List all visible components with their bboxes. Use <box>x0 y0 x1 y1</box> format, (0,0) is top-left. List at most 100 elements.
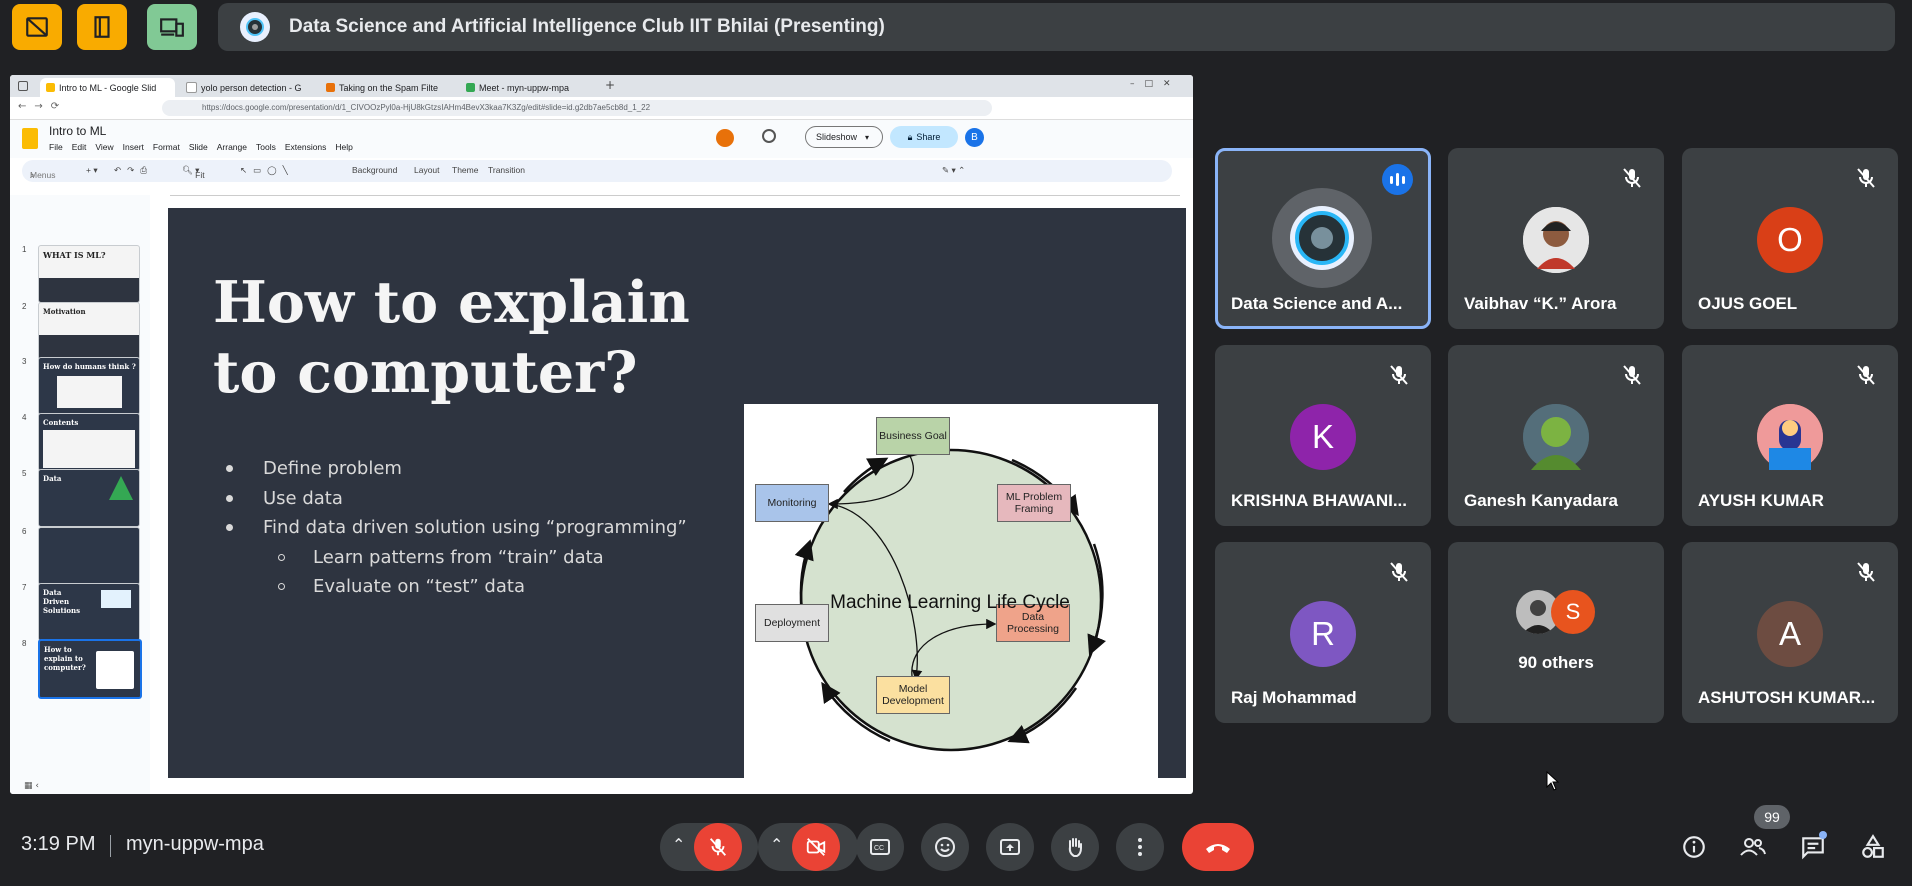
menu-file[interactable]: File <box>49 142 63 152</box>
participant-tile[interactable]: O OJUS GOEL <box>1682 148 1898 329</box>
transition-button[interactable]: Transition <box>488 165 525 175</box>
thumb-title: How to explain to computer? <box>44 645 86 672</box>
slides-header: Intro to ML File Edit View Insert Format… <box>10 120 1193 158</box>
slide-filmstrip: 1 WHAT IS ML? 2 Motivation 3 How do huma… <box>10 195 150 794</box>
avatar <box>1757 404 1823 470</box>
account-avatar[interactable]: B <box>965 128 984 147</box>
theme-button[interactable]: Theme <box>452 165 478 175</box>
emoji-icon <box>935 837 955 857</box>
zoom-select[interactable]: 🔍︎ Fit ▾ <box>182 165 205 180</box>
share-button[interactable]: 🔒︎ Share <box>890 126 958 148</box>
reactions-button[interactable] <box>921 823 969 871</box>
participant-tile[interactable]: Ganesh Kanyadara <box>1448 345 1664 526</box>
participant-tile[interactable]: AYUSH KUMAR <box>1682 345 1898 526</box>
thumb-number: 7 <box>22 583 27 592</box>
participant-tile[interactable]: Vaibhav “K.” Arora <box>1448 148 1664 329</box>
slides-favicon-icon <box>46 83 55 92</box>
participant-name: OJUS GOEL <box>1698 294 1798 313</box>
thumb-image <box>57 376 122 408</box>
slides-logo-icon[interactable] <box>22 128 38 149</box>
slide-thumbnail-1[interactable]: WHAT IS ML? <box>38 245 140 303</box>
others-tile[interactable]: S 90 others <box>1448 542 1664 723</box>
activities-button[interactable] <box>1853 827 1893 867</box>
slide-thumbnail-7[interactable]: Data Driven Solutions <box>38 583 140 641</box>
toggle-camera-button[interactable] <box>792 823 840 871</box>
layout-button[interactable]: Layout <box>414 165 440 175</box>
participant-tile-presenter[interactable]: Data Science and A... <box>1215 148 1431 329</box>
slide-thumbnail-5[interactable]: Data <box>38 469 140 527</box>
sub-bullet-text: Evaluate on “test” data <box>313 576 525 597</box>
bullet-text: Define problem <box>263 458 402 479</box>
mic-options-chevron-icon[interactable]: ⌃ <box>672 835 685 854</box>
drawing-tools-icons[interactable]: ↖▭◯╲ <box>240 165 294 176</box>
toggle-mic-button[interactable] <box>694 823 742 871</box>
menu-extensions[interactable]: Extensions <box>285 142 327 152</box>
browser-menu-icon[interactable] <box>18 81 28 91</box>
leave-call-button[interactable] <box>1182 823 1254 871</box>
browser-tab-meet[interactable]: Meet - myn-uppw-mpa <box>460 78 595 97</box>
participant-tile[interactable]: R Raj Mohammad <box>1215 542 1431 723</box>
avatar <box>1523 404 1589 470</box>
no-video-layout-button[interactable] <box>12 4 62 50</box>
menu-format[interactable]: Format <box>153 142 180 152</box>
user-avatar-orange[interactable] <box>716 129 734 147</box>
new-slide-icon[interactable]: + ▾ <box>86 165 98 176</box>
menu-edit[interactable]: Edit <box>72 142 87 152</box>
menu-slide[interactable]: Slide <box>189 142 208 152</box>
browser-tab-spam[interactable]: Taking on the Spam Filte <box>320 78 455 97</box>
participant-tile[interactable]: K KRISHNA BHAWANI... <box>1215 345 1431 526</box>
new-tab-icon[interactable]: + <box>605 78 615 92</box>
chat-button[interactable] <box>1793 827 1833 867</box>
participant-tile[interactable]: A ASHUTOSH KUMAR... <box>1682 542 1898 723</box>
others-count-label: 90 others <box>1518 653 1594 672</box>
history-icon[interactable] <box>762 129 776 143</box>
menu-arrange[interactable]: Arrange <box>217 142 247 152</box>
menu-insert[interactable]: Insert <box>123 142 144 152</box>
people-button[interactable] <box>1733 827 1773 867</box>
menu-view[interactable]: View <box>95 142 113 152</box>
avatar: A <box>1757 601 1823 667</box>
menu-tools[interactable]: Tools <box>256 142 276 152</box>
slide-thumbnail-3[interactable]: How do humans think ? <box>38 357 140 415</box>
slide-thumbnail-6[interactable] <box>38 527 140 585</box>
slide-thumbnail-2[interactable]: Motivation <box>38 302 140 360</box>
browser-tab-slides[interactable]: Intro to ML - Google Slid <box>40 78 175 97</box>
more-options-button[interactable] <box>1116 823 1164 871</box>
nav-back-forward-reload-icons[interactable]: ←→⟳ <box>18 101 67 112</box>
meeting-details-button[interactable] <box>1674 827 1714 867</box>
thumb-title: Data <box>43 474 62 483</box>
grid-view-icon[interactable]: ▦ ‹ <box>24 781 39 791</box>
menu-help[interactable]: Help <box>335 142 352 152</box>
mic-off-icon <box>1390 562 1408 582</box>
camera-options-chevron-icon[interactable]: ⌃ <box>770 835 783 854</box>
slide-thumbnail-8[interactable]: How to explain to computer? <box>38 639 142 699</box>
captions-icon: CC <box>870 839 890 855</box>
undo-redo-print-icons[interactable]: ↶↷⎙ <box>114 165 153 176</box>
slide-bullets: Define problem Use data Find data driven… <box>226 454 687 602</box>
present-screen-button[interactable] <box>986 823 1034 871</box>
door-button[interactable] <box>77 4 127 50</box>
pen-icon[interactable]: ✎ ▾ ⌃ <box>942 165 965 176</box>
meeting-code: myn-uppw-mpa <box>126 833 264 855</box>
camera-off-icon <box>806 838 826 856</box>
browser-tab-yolo[interactable]: yolo person detection - G <box>180 78 315 97</box>
screen-share-device-button[interactable] <box>147 4 197 50</box>
participant-name: Data Science and A... <box>1231 294 1403 313</box>
slide-thumbnail-4[interactable]: Contents <box>38 413 140 471</box>
tab-label: yolo person detection - G <box>201 82 302 93</box>
avatar <box>1523 207 1589 273</box>
search-menus-placeholder: Menus <box>30 170 56 180</box>
node-monitoring: Monitoring <box>755 484 829 522</box>
url-field[interactable]: https://docs.google.com/presentation/d/1… <box>162 100 992 116</box>
shared-screen: Intro to ML - Google Slid yolo person de… <box>10 75 1193 794</box>
slides-toolbar: ⌕ Menus + ▾ ↶↷⎙ 🔍︎ Fit ▾ ↖▭◯╲ Background… <box>22 160 1172 182</box>
document-title[interactable]: Intro to ML <box>49 124 106 138</box>
captions-button[interactable]: CC <box>856 823 904 871</box>
slideshow-button[interactable]: Slideshow ▾ <box>805 126 883 148</box>
window-controls[interactable]: –□✕ <box>1130 79 1181 89</box>
raise-hand-button[interactable] <box>1051 823 1099 871</box>
bullet-item: Use data <box>226 484 687 514</box>
chat-notification-dot <box>1819 831 1827 839</box>
node-label: ML Problem <box>1005 491 1063 503</box>
background-button[interactable]: Background <box>352 165 397 175</box>
